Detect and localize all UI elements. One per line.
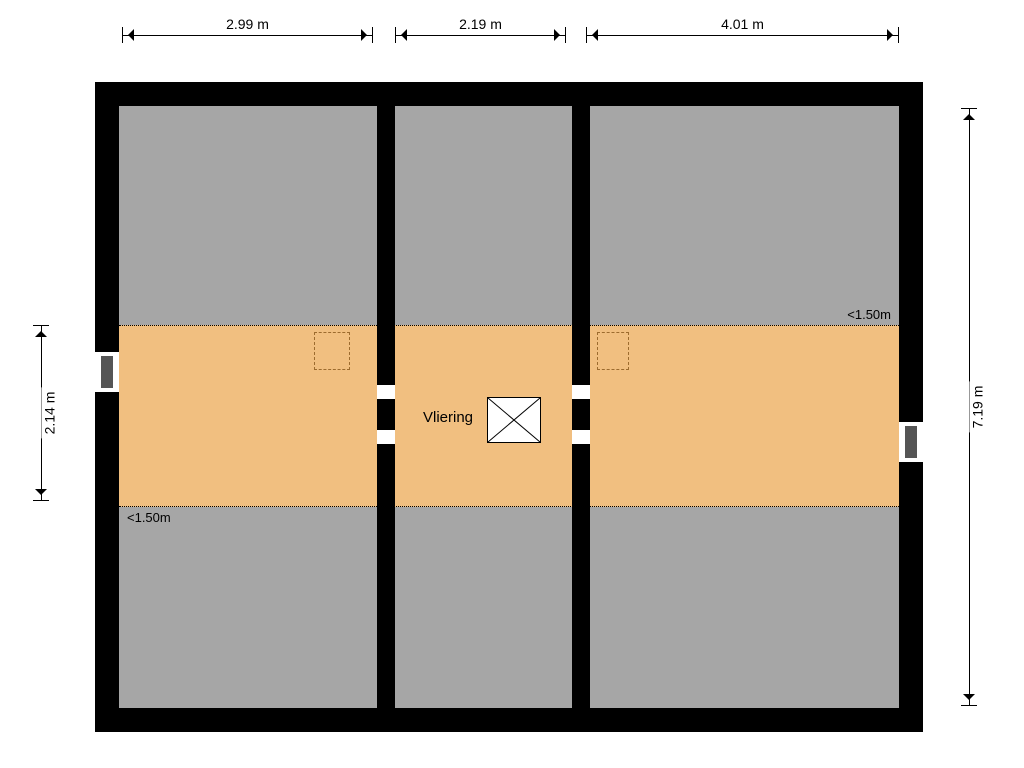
dim-left: 2.14 m [30, 325, 52, 501]
window-left [95, 352, 119, 392]
building-interior: <1.50m <1.50m Vliering [119, 106, 899, 708]
door-opening-2a [572, 385, 590, 399]
door-opening-2b [572, 430, 590, 444]
dashed-rect-right [597, 332, 629, 370]
ceil-upper-label: <1.50m [847, 307, 891, 322]
dim-left-label: 2.14 m [41, 388, 57, 439]
room-center-label: Vliering [423, 409, 473, 426]
interior-wall-right [572, 106, 590, 708]
dim-right: 7.19 m [958, 108, 980, 706]
dim-top-seg3: 4.01 m [586, 24, 899, 46]
dashed-rect-left [314, 332, 350, 370]
door-opening-1b [377, 430, 395, 444]
door-opening-1a [377, 385, 395, 399]
interior-wall-left [377, 106, 395, 708]
dim-top-seg3-label: 4.01 m [717, 16, 768, 32]
building-outer-wall: <1.50m <1.50m Vliering [95, 82, 923, 732]
floorplan: { "dims": { "top": { "seg1": "2.99 m", "… [0, 0, 1024, 768]
dim-top-seg2-label: 2.19 m [455, 16, 506, 32]
window-right [899, 422, 923, 462]
ceil-lower-label: <1.50m [127, 510, 171, 525]
dim-right-label: 7.19 m [969, 382, 985, 433]
hatch-icon [487, 397, 541, 443]
dim-top-seg1: 2.99 m [122, 24, 373, 46]
dim-top-seg1-label: 2.99 m [222, 16, 273, 32]
dim-top-seg2: 2.19 m [395, 24, 566, 46]
